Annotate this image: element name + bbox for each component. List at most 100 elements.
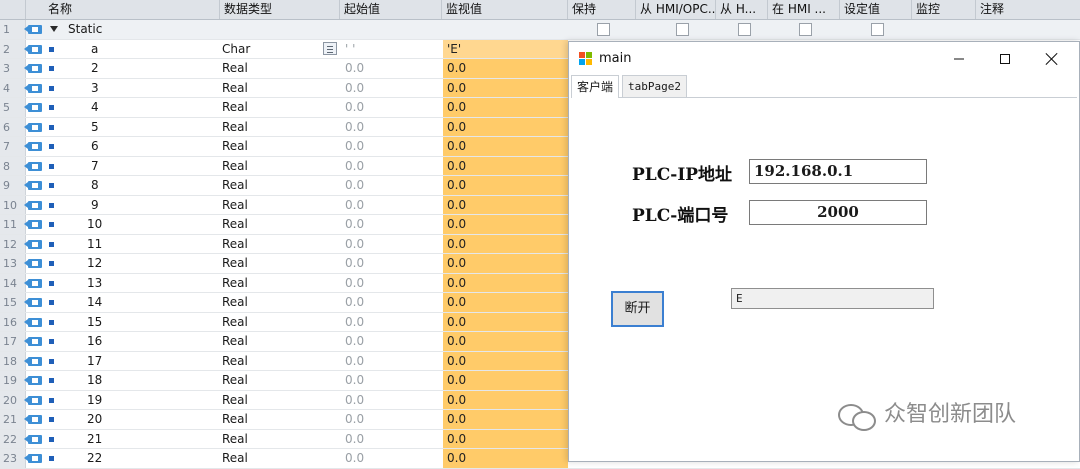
- row-start-value[interactable]: 0.0: [345, 254, 364, 273]
- row-name[interactable]: 13: [87, 274, 102, 293]
- col-hmi-write-header[interactable]: 从 H...: [716, 0, 768, 19]
- row-start-value[interactable]: 0.0: [345, 332, 364, 351]
- row-name[interactable]: 16: [87, 332, 102, 351]
- row-start-value[interactable]: 0.0: [345, 196, 364, 215]
- row-start-value[interactable]: 0.0: [345, 410, 364, 429]
- row-type[interactable]: Real: [222, 215, 248, 234]
- row-name[interactable]: 10: [87, 215, 102, 234]
- col-start-header[interactable]: 起始值: [340, 0, 442, 19]
- tab-client[interactable]: 客户端: [571, 75, 620, 98]
- col-hmi-visible-header[interactable]: 在 HMI ...: [768, 0, 840, 19]
- row-start-value[interactable]: 0.0: [345, 352, 364, 371]
- collapse-arrow-icon[interactable]: [50, 26, 58, 32]
- checkbox[interactable]: [871, 23, 884, 36]
- checkbox[interactable]: [738, 23, 751, 36]
- checkbox[interactable]: [799, 23, 812, 36]
- row-type[interactable]: Real: [222, 352, 248, 371]
- row-name[interactable]: 20: [87, 410, 102, 429]
- col-setpoint-header[interactable]: 设定值: [840, 0, 912, 19]
- row-name[interactable]: 9: [91, 196, 99, 215]
- row-start-value[interactable]: 0.0: [345, 137, 364, 156]
- row-type[interactable]: Real: [222, 274, 248, 293]
- row-start-value[interactable]: 0.0: [345, 313, 364, 332]
- row-start-value[interactable]: 0.0: [345, 293, 364, 312]
- col-monitor-flag-header[interactable]: 监控: [912, 0, 976, 19]
- row-name[interactable]: 6: [91, 137, 99, 156]
- row-start-value[interactable]: 0.0: [345, 79, 364, 98]
- row-type[interactable]: Real: [222, 118, 248, 137]
- row-type[interactable]: Real: [222, 137, 248, 156]
- row-name[interactable]: 14: [87, 293, 102, 312]
- row-start-value[interactable]: 0.0: [345, 449, 364, 468]
- maximize-button[interactable]: [982, 42, 1028, 75]
- row-name[interactable]: 8: [91, 176, 99, 195]
- row-name[interactable]: 2: [91, 59, 99, 78]
- row-start-value[interactable]: 0.0: [345, 59, 364, 78]
- port-input[interactable]: 2000: [749, 200, 927, 225]
- row-start-value[interactable]: 0.0: [345, 274, 364, 293]
- row-start-value[interactable]: 0.0: [345, 391, 364, 410]
- row-type[interactable]: Real: [222, 157, 248, 176]
- row-name[interactable]: 3: [91, 79, 99, 98]
- tab-page2[interactable]: tabPage2: [622, 75, 687, 97]
- disconnect-button[interactable]: 断开: [611, 291, 664, 327]
- row-monitor-value: 0.0: [443, 176, 568, 195]
- row-type[interactable]: Real: [222, 98, 248, 117]
- row-start-value[interactable]: 0.0: [345, 215, 364, 234]
- row-name[interactable]: 11: [87, 235, 102, 254]
- row-name[interactable]: 7: [91, 157, 99, 176]
- col-monitor-header[interactable]: 监视值: [442, 0, 568, 19]
- row-name[interactable]: 5: [91, 118, 99, 137]
- row-name[interactable]: 15: [87, 313, 102, 332]
- row-start-value[interactable]: 0.0: [345, 176, 364, 195]
- row-name[interactable]: 17: [87, 352, 102, 371]
- col-comment-header[interactable]: 注释: [976, 0, 1080, 19]
- row-name[interactable]: 19: [87, 391, 102, 410]
- row-start-value[interactable]: 0.0: [345, 235, 364, 254]
- row-number: 22: [0, 429, 26, 448]
- col-type-header[interactable]: 数据类型: [220, 0, 340, 19]
- ip-input[interactable]: 192.168.0.1: [749, 159, 927, 184]
- row-type[interactable]: Real: [222, 313, 248, 332]
- row-type[interactable]: Real: [222, 196, 248, 215]
- col-retain-header[interactable]: 保持: [568, 0, 636, 19]
- row-name[interactable]: 21: [87, 430, 102, 449]
- col-name-header[interactable]: 名称: [26, 0, 220, 19]
- row-type[interactable]: Char: [222, 40, 250, 59]
- minimize-button[interactable]: [936, 42, 982, 75]
- row-name[interactable]: 12: [87, 254, 102, 273]
- row-type[interactable]: Real: [222, 430, 248, 449]
- row-start-value[interactable]: 0.0: [345, 157, 364, 176]
- row-type[interactable]: Real: [222, 59, 248, 78]
- row-start-value[interactable]: 0.0: [345, 98, 364, 117]
- received-data-field[interactable]: E: [731, 288, 934, 309]
- variable-icon: [49, 144, 54, 149]
- row-name[interactable]: a: [91, 40, 98, 59]
- row-type[interactable]: Real: [222, 449, 248, 468]
- checkbox[interactable]: [597, 23, 610, 36]
- row-type[interactable]: Real: [222, 391, 248, 410]
- row-type[interactable]: Real: [222, 254, 248, 273]
- title-bar[interactable]: main: [569, 42, 1079, 75]
- row-start-value[interactable]: ' ': [345, 40, 355, 59]
- row-type[interactable]: Real: [222, 371, 248, 390]
- row-type[interactable]: Real: [222, 410, 248, 429]
- checkbox[interactable]: [676, 23, 689, 36]
- row-number: 11: [0, 215, 26, 234]
- row-type[interactable]: Real: [222, 176, 248, 195]
- row-type[interactable]: Real: [222, 79, 248, 98]
- row-type[interactable]: Real: [222, 293, 248, 312]
- type-picker-button[interactable]: [323, 41, 337, 55]
- row-name[interactable]: 4: [91, 98, 99, 117]
- row-name[interactable]: 18: [87, 371, 102, 390]
- col-hmi-opc-header[interactable]: 从 HMI/OPC...: [636, 0, 716, 19]
- row-start-value[interactable]: 0.0: [345, 430, 364, 449]
- row-start-value[interactable]: 0.0: [345, 118, 364, 137]
- interface-icon: [24, 103, 42, 112]
- row-name[interactable]: 22: [87, 449, 102, 468]
- row-start-value[interactable]: 0.0: [345, 371, 364, 390]
- row-type[interactable]: Real: [222, 332, 248, 351]
- table-row-static[interactable]: 1 Static: [0, 20, 1080, 40]
- close-button[interactable]: [1029, 42, 1075, 75]
- row-type[interactable]: Real: [222, 235, 248, 254]
